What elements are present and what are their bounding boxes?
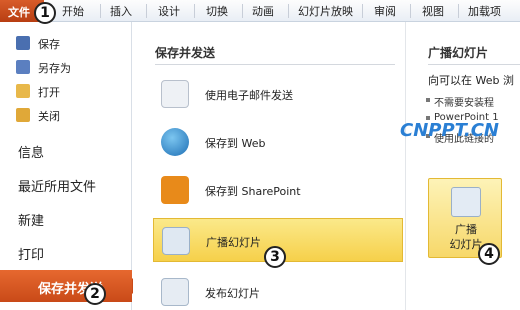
broadcast-bullet: 不需要安装程 [426, 94, 494, 109]
step-badge-4: 4 [478, 243, 500, 265]
tab-insert[interactable]: 插入 [110, 3, 132, 19]
folder-open-icon [16, 84, 30, 98]
nav-save-label: 保存 [38, 38, 60, 51]
nav-save-as[interactable]: 另存为 [0, 56, 132, 78]
nav-print[interactable]: 打印 [0, 238, 132, 266]
globe-icon [161, 128, 189, 156]
tab-separator [146, 4, 147, 18]
broadcast-title: 广播幻灯片 [428, 46, 489, 60]
nav-save-as-label: 另存为 [38, 62, 71, 75]
nav-info[interactable]: 信息 [0, 136, 132, 164]
tab-review[interactable]: 审阅 [374, 3, 396, 19]
folder-close-icon [16, 108, 30, 122]
tab-addins[interactable]: 加载项 [468, 3, 501, 19]
tab-separator [242, 4, 243, 18]
tab-separator [194, 4, 195, 18]
nav-print-label: 打印 [18, 248, 45, 263]
step-badge-1: 1 [34, 2, 56, 24]
option-save-web-label: 保存到 Web [205, 137, 266, 150]
option-sharepoint[interactable]: 保存到 SharePoint [153, 168, 403, 212]
save-as-icon [16, 60, 30, 74]
step-badge-2: 2 [84, 283, 106, 305]
option-publish[interactable]: 发布幻灯片 [153, 270, 403, 310]
option-publish-label: 发布幻灯片 [205, 287, 260, 300]
title-divider [428, 64, 520, 65]
nav-open-label: 打开 [38, 86, 60, 99]
broadcast-icon [451, 187, 481, 217]
save-send-title: 保存并发送 [155, 46, 216, 60]
broadcast-icon [162, 227, 190, 255]
title-divider [155, 64, 395, 65]
tab-home[interactable]: 开始 [62, 3, 84, 19]
sharepoint-icon [161, 176, 189, 204]
tab-transitions[interactable]: 切换 [206, 3, 228, 19]
tab-separator [100, 4, 101, 18]
broadcast-detail-pane: 广播幻灯片 向可以在 Web 浏 不需要安装程 PowerPoint 1 使用此… [405, 22, 520, 310]
save-icon [16, 36, 30, 50]
option-save-web[interactable]: 保存到 Web [153, 120, 403, 164]
nav-new[interactable]: 新建 [0, 204, 132, 232]
publish-slides-icon [161, 278, 189, 306]
envelope-icon [161, 80, 189, 108]
tab-view[interactable]: 视图 [422, 3, 444, 19]
nav-recent-label: 最近所用文件 [18, 180, 97, 195]
tab-animations[interactable]: 动画 [252, 3, 274, 19]
tab-separator [410, 4, 411, 18]
nav-close-label: 关闭 [38, 110, 60, 123]
option-email-label: 使用电子邮件发送 [205, 89, 293, 102]
nav-save[interactable]: 保存 [0, 32, 132, 54]
nav-new-label: 新建 [18, 214, 45, 229]
step-badge-3: 3 [264, 246, 286, 268]
tab-separator [288, 4, 289, 18]
nav-recent[interactable]: 最近所用文件 [0, 170, 132, 198]
option-sharepoint-label: 保存到 SharePoint [205, 185, 301, 198]
nav-close[interactable]: 关闭 [0, 104, 132, 126]
broadcast-button-label: 广播 [455, 223, 477, 236]
broadcast-description: 向可以在 Web 浏 [428, 74, 514, 87]
watermark: CNPPT.CN [400, 120, 499, 141]
nav-open[interactable]: 打开 [0, 80, 132, 102]
tab-design[interactable]: 设计 [158, 3, 180, 19]
tab-separator [362, 4, 363, 18]
backstage-nav: 保存 另存为 打开 关闭 信息 最近所用文件 新建 打印 保存并发送 [0, 22, 132, 310]
option-email[interactable]: 使用电子邮件发送 [153, 72, 403, 116]
tab-slideshow[interactable]: 幻灯片放映 [298, 3, 353, 19]
option-broadcast-label: 广播幻灯片 [206, 236, 261, 249]
tab-separator [458, 4, 459, 18]
nav-save-send[interactable]: 保存并发送 [0, 270, 132, 302]
ribbon-tab-bar: 文件 开始 插入 设计 切换 动画 幻灯片放映 审阅 视图 加载项 [0, 0, 520, 22]
nav-info-label: 信息 [18, 146, 45, 161]
